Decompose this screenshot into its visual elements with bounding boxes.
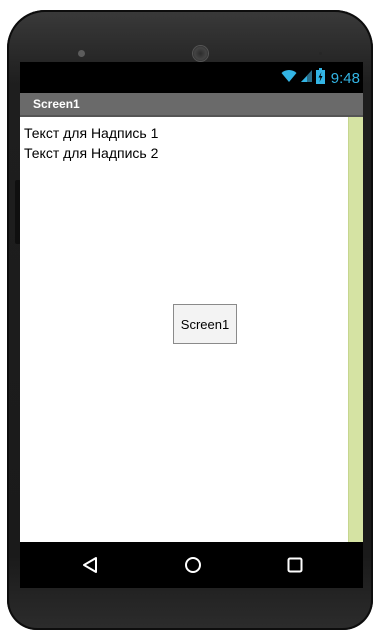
label-1: Текст для Надпись 1 xyxy=(24,125,159,141)
home-icon[interactable] xyxy=(182,554,204,576)
status-icons: 9:48 xyxy=(281,68,360,89)
title-bar: Screen1 xyxy=(20,93,363,117)
sensor-icon xyxy=(78,50,85,57)
battery-charging-icon xyxy=(315,68,325,89)
speaker-icon xyxy=(319,52,322,55)
recent-apps-icon[interactable] xyxy=(284,554,306,576)
label-2: Текст для Надпись 2 xyxy=(24,145,159,161)
page: 9:48 Screen1 Текст для Надпись 1 Текст д… xyxy=(0,0,373,631)
status-bar: 9:48 xyxy=(20,62,363,93)
front-camera-icon xyxy=(193,46,208,61)
screen-title: Screen1 xyxy=(33,97,80,111)
status-time: 9:48 xyxy=(330,70,360,87)
screen1-button[interactable]: Screen1 xyxy=(173,304,237,344)
screen-content: Текст для Надпись 1 Текст для Надпись 2 … xyxy=(20,117,348,542)
signal-icon xyxy=(300,69,313,88)
back-icon[interactable] xyxy=(79,554,101,576)
scrollbar[interactable] xyxy=(348,117,363,542)
wifi-icon xyxy=(281,69,297,88)
nav-bar xyxy=(20,542,363,588)
